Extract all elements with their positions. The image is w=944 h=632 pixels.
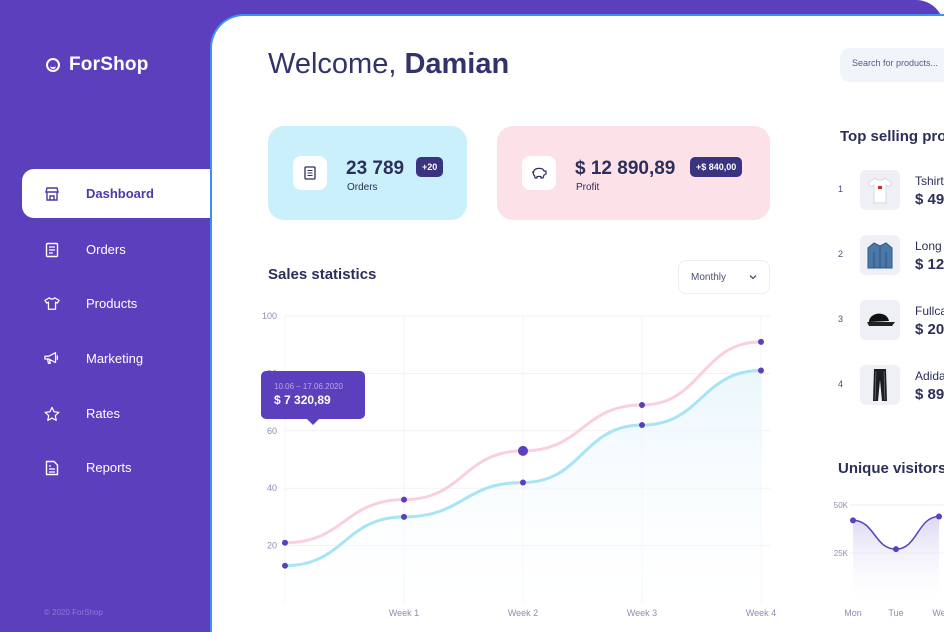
x-tick-label: Week 4 xyxy=(746,608,776,618)
y-tick-label: 50K xyxy=(834,501,849,510)
data-point xyxy=(850,517,856,524)
data-point xyxy=(758,338,764,345)
visitors-area xyxy=(853,516,939,603)
data-point xyxy=(639,422,645,429)
x-tick-label: Mon xyxy=(844,608,862,618)
y-tick-label: 60 xyxy=(267,426,277,436)
x-tick-label: We xyxy=(932,608,944,618)
data-point xyxy=(282,539,288,546)
y-tick-label: 40 xyxy=(267,483,277,493)
data-point xyxy=(401,496,407,503)
charts-layer: 20406080100Week 1Week 2Week 3Week 4 50K2… xyxy=(262,311,944,618)
data-point xyxy=(282,562,288,569)
x-tick-label: Week 2 xyxy=(508,608,538,618)
x-tick-label: Week 3 xyxy=(627,608,657,618)
data-point xyxy=(893,546,899,553)
chart-tooltip: 10.06 – 17.06.2020 $ 7 320,89 xyxy=(261,371,365,425)
data-point xyxy=(936,513,942,520)
x-tick-label: Tue xyxy=(888,608,903,618)
data-point xyxy=(639,401,645,408)
data-point xyxy=(518,445,528,456)
sales-chart: 20406080100Week 1Week 2Week 3Week 4 xyxy=(262,311,776,618)
data-point xyxy=(758,367,764,374)
y-tick-label: 100 xyxy=(262,311,277,321)
visitors-chart: 50K 25K Mon Tue We xyxy=(834,501,944,618)
tooltip-value: $ 7 320,89 xyxy=(274,393,331,407)
data-point xyxy=(520,479,526,486)
data-point xyxy=(401,513,407,520)
tooltip-range: 10.06 – 17.06.2020 xyxy=(274,382,343,391)
y-tick-label: 25K xyxy=(834,549,849,558)
y-tick-label: 20 xyxy=(267,541,277,551)
x-tick-label: Week 1 xyxy=(389,608,419,618)
